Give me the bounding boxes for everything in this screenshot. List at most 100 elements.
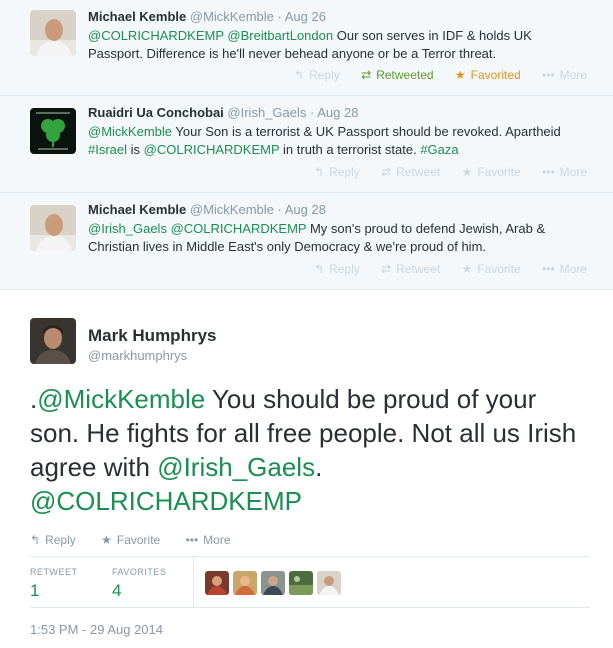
separator-dot: · (277, 202, 282, 217)
more-dots-icon: ••• (542, 68, 555, 82)
avatar[interactable] (233, 571, 257, 595)
more-dots-icon: ••• (542, 262, 555, 276)
tweet-body: is (127, 142, 144, 157)
retweet-button[interactable]: ⇄ Retweet (381, 262, 440, 276)
mention-link[interactable]: @BreitbartLondon (227, 28, 333, 43)
avatar[interactable] (261, 571, 285, 595)
reply-icon: ↰ (314, 262, 325, 276)
reply-tweet-1[interactable]: Michael Kemble @MickKemble · Aug 26 @COL… (0, 0, 613, 96)
mention-link[interactable]: @Irish_Gaels (157, 452, 315, 482)
tweet-time[interactable]: Aug 26 (285, 9, 326, 24)
hashtag-link[interactable]: #Israel (88, 142, 127, 157)
author-name[interactable]: Michael Kemble (88, 202, 186, 217)
tweet-stats: RETWEET 1 FAVORITES 4 (30, 556, 590, 608)
mention-link[interactable]: @COLRICHARDKEMP (88, 28, 224, 43)
star-icon: ★ (461, 262, 473, 276)
retweet-label: Retweeted (376, 68, 434, 82)
mention-link[interactable]: @MickKemble (37, 384, 205, 414)
more-button[interactable]: ••• More (542, 262, 587, 276)
reply-button[interactable]: ↰ Reply (30, 533, 76, 547)
more-label: More (559, 262, 587, 276)
tweet-time[interactable]: Aug 28 (317, 105, 358, 120)
retweet-count: 1 (30, 581, 40, 600)
more-label: More (559, 165, 587, 179)
author-handle[interactable]: @MickKemble (190, 9, 274, 24)
author-handle[interactable]: @markhumphrys (88, 348, 187, 363)
retweet-icon: ⇄ (361, 68, 372, 82)
favorite-label: Favorited (470, 68, 521, 82)
tweet-text: @MickKemble Your Son is a terrorist & UK… (88, 123, 588, 159)
tweet-actions: ↰ Reply ⇄ Retweet ★ Favorite ••• More (296, 165, 587, 179)
reply-label: Reply (329, 262, 360, 276)
tweet-body: . (315, 452, 323, 482)
permalink-tweet: Mark Humphrys @markhumphrys . @MickKemble… (0, 290, 613, 648)
favorites-count: 4 (112, 581, 122, 600)
more-label: More (203, 533, 231, 547)
mention-link[interactable]: @COLRICHARDKEMP (171, 221, 307, 236)
retweet-label: Retweet (396, 262, 441, 276)
more-label: More (559, 68, 587, 82)
more-button[interactable]: ••• More (542, 68, 587, 82)
favorite-button[interactable]: ★ Favorite (101, 533, 160, 547)
favoriter-avatars (205, 571, 345, 600)
avatar[interactable] (205, 571, 229, 595)
tweet-actions: ↰ Reply ⇄ Retweet ★ Favorite ••• More (296, 262, 587, 276)
tweet-timestamp[interactable]: 1:53 PM - 29 Aug 2014 (30, 622, 163, 637)
avatar[interactable] (30, 10, 76, 56)
avatar[interactable] (30, 205, 76, 251)
star-icon: ★ (454, 68, 466, 82)
reply-label: Reply (309, 68, 340, 82)
favorite-button[interactable]: ★ Favorite (462, 165, 521, 179)
separator-dot: · (277, 9, 282, 24)
retweet-icon: ⇄ (381, 262, 392, 276)
favorites-stat-label: FAVORITES (112, 567, 167, 577)
favorite-label: Favorite (477, 262, 521, 276)
author-name[interactable]: Mark Humphrys (88, 326, 216, 346)
reply-icon: ↰ (314, 165, 325, 179)
tweet-body: Your Son is a terrorist & UK Passport sh… (172, 124, 561, 139)
star-icon: ★ (101, 533, 112, 547)
reply-tweet-2[interactable]: Ruaidri Ua Conchobai @Irish_Gaels · Aug … (0, 96, 613, 193)
hashtag-link[interactable]: #Gaza (420, 142, 458, 157)
favorite-button[interactable]: ★ Favorited (455, 68, 521, 82)
mention-link[interactable]: @COLRICHARDKEMP (30, 486, 302, 516)
tweet-actions: ↰ Reply ⇄ Retweeted ★ Favorited ••• More (276, 68, 587, 82)
more-dots-icon: ••• (185, 533, 199, 547)
author-handle[interactable]: @MickKemble (190, 202, 274, 217)
favorites-stat[interactable]: FAVORITES 4 (112, 567, 166, 601)
tweet-body: in truth a terrorist state. (279, 142, 421, 157)
retweet-label: Retweet (396, 165, 441, 179)
avatar[interactable] (289, 571, 313, 595)
tweet-text: @COLRICHARDKEMP @BreitbartLondon Our son… (88, 27, 588, 63)
favorite-label: Favorite (477, 165, 521, 179)
avatar[interactable] (30, 318, 76, 364)
star-icon: ★ (461, 165, 473, 179)
mention-link[interactable]: @Irish_Gaels (88, 221, 167, 236)
more-button[interactable]: ••• More (542, 165, 587, 179)
more-dots-icon: ••• (542, 165, 555, 179)
tweet-text: .@MickKemble You should be proud of your… (30, 382, 590, 518)
retweet-button[interactable]: ⇄ Retweeted (361, 68, 433, 82)
author-name[interactable]: Ruaidri Ua Conchobai (88, 105, 224, 120)
reply-button[interactable]: ↰ Reply (314, 262, 360, 276)
tweet-time[interactable]: Aug 28 (285, 202, 326, 217)
retweet-button[interactable]: ⇄ Retweet (381, 165, 440, 179)
reply-button[interactable]: ↰ Reply (314, 165, 360, 179)
separator-dot: · (310, 105, 315, 120)
tweet-actions: ↰ Reply ★ Favorite ••• More (30, 533, 253, 547)
more-button[interactable]: ••• More (186, 533, 231, 547)
retweet-stat-label: RETWEET (30, 567, 78, 577)
reply-button[interactable]: ↰ Reply (294, 68, 340, 82)
favorite-button[interactable]: ★ Favorite (462, 262, 521, 276)
reply-tweet-3[interactable]: Michael Kemble @MickKemble · Aug 28 @Iri… (0, 193, 613, 290)
retweet-stat[interactable]: RETWEET 1 (30, 567, 78, 601)
reply-label: Reply (329, 165, 360, 179)
avatar[interactable] (317, 571, 341, 595)
favorite-label: Favorite (116, 533, 161, 547)
avatar[interactable] (30, 108, 76, 154)
retweet-icon: ⇄ (381, 165, 392, 179)
mention-link[interactable]: @COLRICHARDKEMP (144, 142, 280, 157)
author-name[interactable]: Michael Kemble (88, 9, 186, 24)
author-handle[interactable]: @Irish_Gaels (227, 105, 306, 120)
mention-link[interactable]: @MickKemble (88, 124, 172, 139)
